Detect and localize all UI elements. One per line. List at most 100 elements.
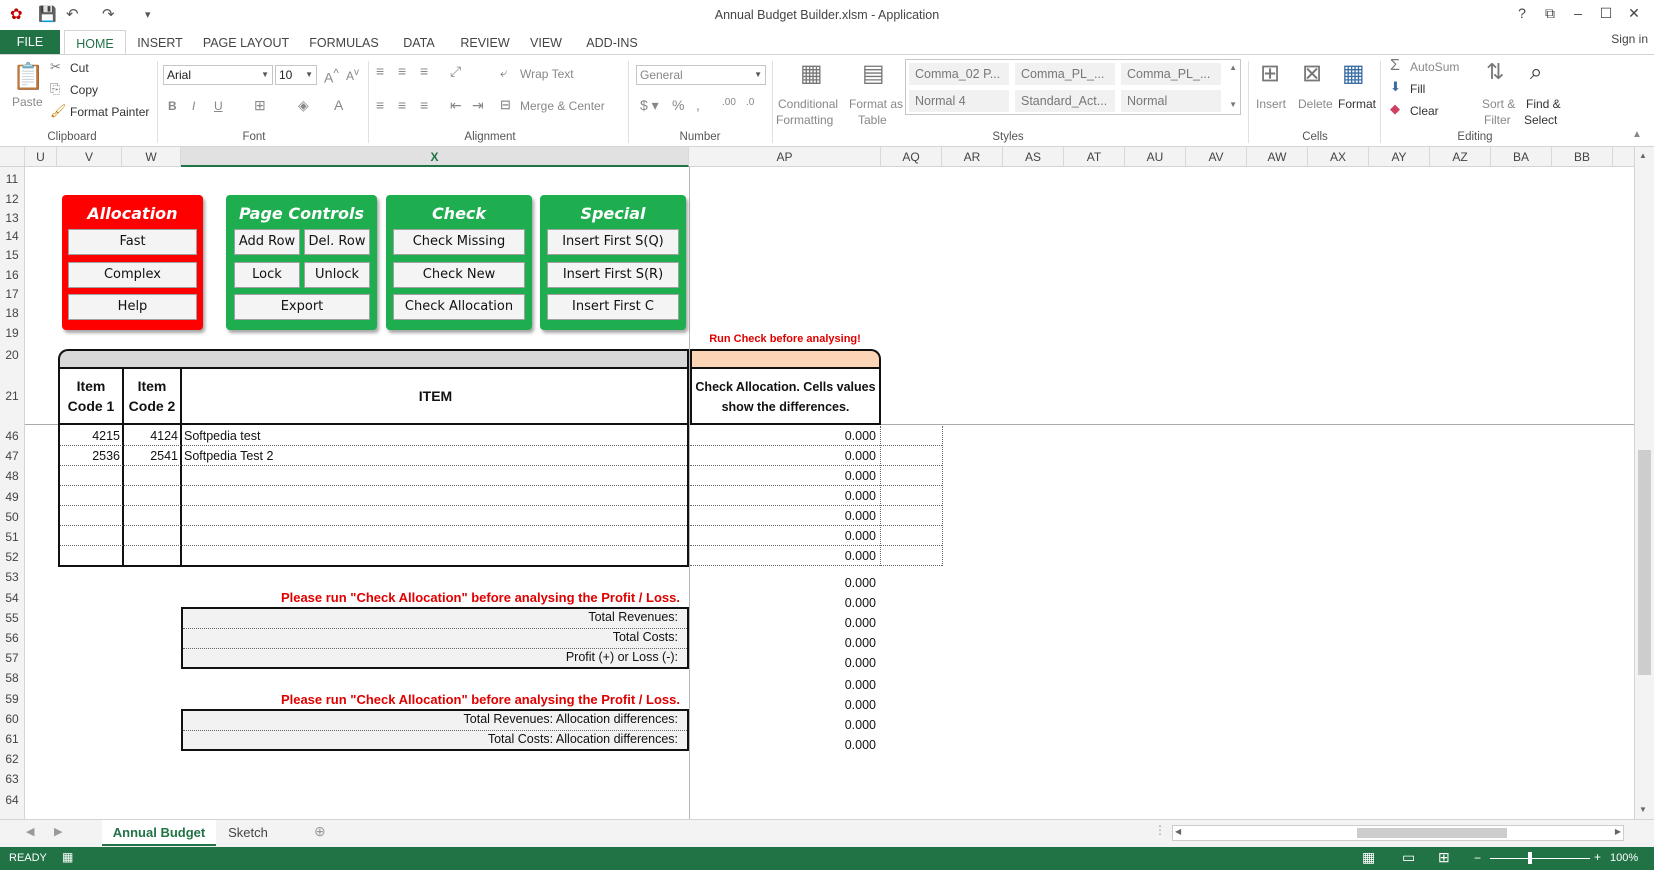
format-cells-button[interactable]: Format: [1338, 97, 1376, 111]
page-layout-view-icon[interactable]: ▭: [1402, 849, 1415, 866]
insert-cells-icon[interactable]: ⊞: [1260, 59, 1280, 88]
row-header[interactable]: 57: [0, 648, 24, 669]
sort-filter-button[interactable]: Sort &: [1482, 97, 1515, 111]
scroll-left-icon[interactable]: ◀: [1175, 827, 1181, 836]
scroll-down-icon[interactable]: ▼: [1639, 805, 1647, 814]
row-header[interactable]: 53: [0, 567, 24, 588]
paste-icon[interactable]: 📋: [12, 61, 44, 92]
zoom-slider[interactable]: [1490, 858, 1590, 859]
difference-cell[interactable]: 0.000: [690, 678, 876, 692]
format-painter-button[interactable]: Format Painter: [70, 105, 149, 119]
item-code2-cell[interactable]: 2541: [124, 449, 178, 463]
tab-formulas[interactable]: FORMULAS: [306, 30, 382, 55]
row-header[interactable]: 56: [0, 628, 24, 648]
align-right-icon[interactable]: ≡: [420, 97, 428, 113]
wrap-text-button[interactable]: Wrap Text: [520, 67, 574, 81]
difference-cell[interactable]: 0.000: [690, 509, 876, 523]
insert-first-sr-button[interactable]: Insert First S(R): [547, 262, 679, 288]
check-new-button[interactable]: Check New: [393, 262, 525, 288]
row-header[interactable]: 48: [0, 466, 24, 487]
fast-button[interactable]: Fast: [68, 229, 197, 255]
row-header[interactable]: 49: [0, 486, 24, 507]
style-item[interactable]: Normal: [1121, 90, 1221, 112]
row-header[interactable]: 62: [0, 749, 24, 770]
prev-sheet-icon[interactable]: ◀: [26, 825, 34, 838]
column-header[interactable]: BB: [1552, 147, 1613, 167]
row-header[interactable]: 14: [0, 227, 24, 245]
check-allocation-button[interactable]: Check Allocation: [393, 294, 525, 320]
align-bottom-icon[interactable]: ≡: [420, 63, 428, 79]
help-button[interactable]: Help: [68, 294, 197, 320]
align-center-icon[interactable]: ≡: [398, 97, 406, 113]
column-header[interactable]: U: [25, 147, 57, 167]
difference-cell[interactable]: 0.000: [690, 489, 876, 503]
paste-button[interactable]: Paste: [12, 95, 43, 109]
help-icon[interactable]: ?: [1512, 5, 1532, 21]
wrap-text-icon[interactable]: ⤶: [500, 65, 507, 81]
decrease-indent-icon[interactable]: ⇤: [450, 97, 462, 114]
tab-insert[interactable]: INSERT: [134, 30, 186, 55]
column-header[interactable]: AY: [1369, 147, 1430, 167]
difference-cell[interactable]: 0.000: [690, 469, 876, 483]
h-scroll-thumb[interactable]: [1357, 828, 1507, 838]
insert-cells-button[interactable]: Insert: [1256, 97, 1286, 111]
clear-icon[interactable]: ◆: [1390, 101, 1400, 117]
column-header[interactable]: AZ: [1430, 147, 1491, 167]
font-name-select[interactable]: Arial ▼: [163, 65, 273, 85]
difference-cell[interactable]: 0.000: [690, 738, 876, 752]
cut-button[interactable]: Cut: [70, 61, 89, 75]
sort-filter-icon[interactable]: ⇅: [1486, 59, 1504, 85]
style-item[interactable]: Comma_PL_...: [1121, 63, 1221, 85]
row-header[interactable]: 60: [0, 708, 24, 729]
increase-indent-icon[interactable]: ⇥: [472, 97, 484, 114]
conditional-formatting-button-line2[interactable]: Formatting: [776, 113, 833, 127]
tab-page-layout[interactable]: PAGE LAYOUT: [200, 30, 292, 55]
column-header[interactable]: BA: [1491, 147, 1552, 167]
insert-first-sq-button[interactable]: Insert First S(Q): [547, 229, 679, 255]
column-header[interactable]: AR: [942, 147, 1003, 167]
macro-recording-icon[interactable]: ▦: [62, 850, 73, 864]
find-select-button[interactable]: Find &: [1526, 97, 1561, 111]
format-painter-icon[interactable]: 🖌: [50, 103, 67, 119]
delete-cells-icon[interactable]: ⊠: [1302, 59, 1322, 88]
sort-filter-button-line2[interactable]: Filter: [1484, 113, 1511, 127]
sheet-tab-sketch[interactable]: Sketch: [220, 820, 276, 846]
column-header[interactable]: AP: [689, 147, 881, 167]
column-header[interactable]: AQ: [881, 147, 942, 167]
maximize-icon[interactable]: ☐: [1596, 5, 1616, 22]
page-break-view-icon[interactable]: ⊞: [1438, 849, 1450, 866]
tab-add-ins[interactable]: ADD-INS: [580, 30, 644, 55]
new-sheet-icon[interactable]: ⊕: [314, 823, 326, 840]
tab-data[interactable]: DATA: [396, 30, 442, 55]
sheet-tab-annual-budget[interactable]: Annual Budget: [102, 820, 216, 846]
item-code1-cell[interactable]: 2536: [60, 449, 120, 463]
find-select-button-line2[interactable]: Select: [1524, 113, 1557, 127]
row-header[interactable]: 11: [0, 169, 24, 189]
difference-cell[interactable]: 0.000: [690, 718, 876, 732]
align-top-icon[interactable]: ≡: [376, 63, 384, 79]
select-all-corner[interactable]: [0, 147, 25, 167]
shrink-font-icon[interactable]: Av: [346, 67, 359, 83]
unlock-button[interactable]: Unlock: [304, 262, 370, 288]
style-item[interactable]: Comma_PL_...: [1015, 63, 1115, 85]
number-format-select[interactable]: General ▼: [636, 65, 766, 85]
font-color-icon[interactable]: A: [334, 97, 343, 113]
difference-cell[interactable]: 0.000: [690, 529, 876, 543]
column-header[interactable]: AT: [1064, 147, 1125, 167]
sign-in-link[interactable]: Sign in: [1611, 32, 1648, 46]
row-header[interactable]: 46: [0, 426, 24, 446]
gallery-scroll-up-icon[interactable]: ▲: [1229, 63, 1237, 72]
merge-center-icon[interactable]: ⊟: [500, 97, 511, 113]
row-header[interactable]: 58: [0, 668, 24, 689]
row-header[interactable]: 52: [0, 547, 24, 568]
zoom-slider-handle[interactable]: [1528, 852, 1532, 864]
column-header[interactable]: AU: [1125, 147, 1186, 167]
row-header[interactable]: 47: [0, 446, 24, 467]
row-header[interactable]: 19: [0, 323, 24, 343]
row-header[interactable]: 51: [0, 527, 24, 547]
row-header[interactable]: 16: [0, 265, 24, 285]
format-as-table-button[interactable]: Format as: [849, 97, 903, 111]
zoom-in-icon[interactable]: +: [1594, 850, 1601, 864]
comma-style-icon[interactable]: ,: [696, 97, 700, 113]
format-as-table-icon[interactable]: ▤: [862, 59, 885, 88]
